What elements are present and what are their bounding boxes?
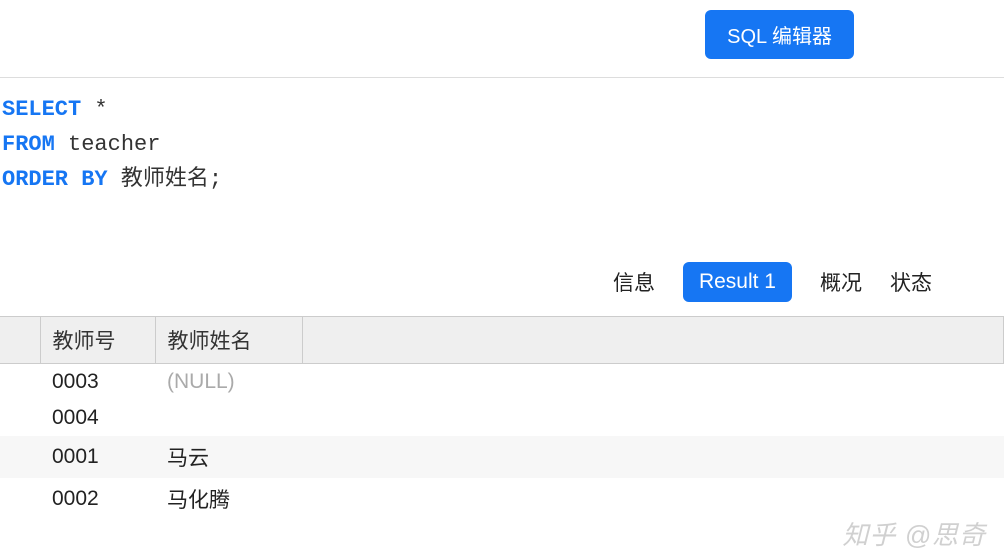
cell-id[interactable]: 0002 — [40, 478, 155, 520]
cell-name[interactable]: 马云 — [155, 436, 302, 478]
code-table: teacher — [55, 132, 161, 157]
null-value: (NULL) — [167, 370, 235, 393]
result-tabs: 信息 Result 1 概况 状态 — [0, 262, 1004, 316]
sql-editor-button[interactable]: SQL 编辑器 — [705, 10, 854, 59]
sql-code-editor[interactable]: SELECT * FROM teacher ORDER BY 教师姓名; — [0, 78, 1004, 198]
keyword-from: FROM — [2, 132, 55, 157]
table-row[interactable]: 0002 马化腾 — [0, 478, 1004, 520]
table-row[interactable]: 0001 马云 — [0, 436, 1004, 478]
result-table: 教师号 教师姓名 0003 (NULL) 0004 0001 马云 — [0, 317, 1004, 520]
column-header-id[interactable]: 教师号 — [40, 317, 155, 364]
keyword-select: SELECT — [2, 97, 81, 122]
table-row[interactable]: 0003 (NULL) — [0, 363, 1004, 400]
cell-id[interactable]: 0001 — [40, 436, 155, 478]
watermark: 知乎 @思奇 — [842, 515, 986, 552]
column-header-name[interactable]: 教师姓名 — [155, 317, 302, 364]
cell-name[interactable]: 马化腾 — [155, 478, 302, 520]
column-header-rest — [302, 317, 1004, 364]
row-selector[interactable] — [0, 400, 40, 436]
row-selector[interactable] — [0, 363, 40, 400]
cell-name[interactable]: (NULL) — [155, 363, 302, 400]
row-selector-header — [0, 317, 40, 364]
tab-info[interactable]: 信息 — [613, 267, 655, 297]
top-toolbar: SQL 编辑器 — [0, 0, 1004, 78]
code-column: 教师姓名; — [108, 167, 222, 192]
tab-profile[interactable]: 概况 — [820, 267, 862, 297]
table-header-row: 教师号 教师姓名 — [0, 317, 1004, 364]
cell-name[interactable] — [155, 400, 302, 436]
cell-id[interactable]: 0004 — [40, 400, 155, 436]
tab-status[interactable]: 状态 — [890, 267, 932, 297]
row-selector[interactable] — [0, 478, 40, 520]
table-row[interactable]: 0004 — [0, 400, 1004, 436]
result-table-container: 教师号 教师姓名 0003 (NULL) 0004 0001 马云 — [0, 316, 1004, 520]
code-star: * — [81, 97, 107, 122]
row-selector[interactable] — [0, 436, 40, 478]
keyword-orderby: ORDER BY — [2, 167, 108, 192]
cell-id[interactable]: 0003 — [40, 363, 155, 400]
tab-result[interactable]: Result 1 — [683, 262, 792, 302]
